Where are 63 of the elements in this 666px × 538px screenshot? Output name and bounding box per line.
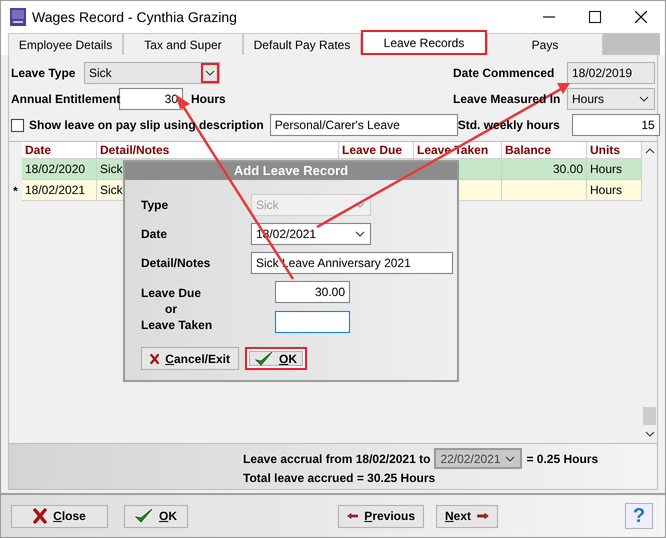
tab[interactable]: Default Pay Rates xyxy=(243,33,361,55)
date-dropdown[interactable]: 22/02/2021 xyxy=(434,448,522,469)
button[interactable]: Next xyxy=(436,504,498,528)
chevron-down-icon xyxy=(355,202,365,208)
table-cell: Hours xyxy=(587,180,642,201)
scroll-thumb[interactable] xyxy=(643,407,656,425)
table-cell: 30.00 xyxy=(502,159,587,180)
arrow-left-icon xyxy=(347,510,358,522)
row-marker: * xyxy=(12,182,19,200)
chevron-up-icon[interactable] xyxy=(644,148,654,154)
checkbox[interactable] xyxy=(11,118,24,132)
leave-taken-field[interactable] xyxy=(275,311,350,333)
field-label: Leave Taken xyxy=(141,318,214,332)
field-label: Date Commenced xyxy=(453,66,556,80)
description-field[interactable]: Personal/Carer's Leave xyxy=(270,114,458,136)
accrual-text: Leave accrual from 18/02/2021 to xyxy=(243,452,430,466)
chevron-down-icon xyxy=(505,456,516,462)
checkbox-label: Show leave on pay slip using description xyxy=(29,118,264,132)
chevron-down-icon xyxy=(639,96,649,102)
table-cell: 18/02/2021 xyxy=(22,180,97,201)
hours-field[interactable]: 15 xyxy=(572,114,660,136)
tab[interactable]: Pays xyxy=(487,33,603,55)
maximize-icon[interactable] xyxy=(589,10,601,22)
column-header[interactable]: Date xyxy=(22,142,97,159)
help-button[interactable]: ? xyxy=(625,503,653,529)
or-label: or xyxy=(164,302,178,316)
dialog-title: Add Leave Record xyxy=(125,162,457,180)
chevron-down-icon xyxy=(205,70,215,76)
leave-type-dropdown[interactable]: Sick xyxy=(84,62,220,84)
button[interactable]: Close xyxy=(11,504,108,528)
field-label: Annual Entitlement xyxy=(11,92,119,106)
table-cell: Hours xyxy=(587,159,642,180)
field-label: Leave Type xyxy=(11,66,76,80)
column-header[interactable]: Detail/Notes xyxy=(97,142,339,159)
date-field[interactable]: 18/02/2019 xyxy=(567,62,655,84)
field-label: Date xyxy=(141,226,168,240)
unit-dropdown[interactable]: Hours xyxy=(567,88,655,110)
accrual-total: Total leave accrued = 30.25 Hours xyxy=(243,471,436,485)
button[interactable]: Previous xyxy=(338,504,424,528)
table-cell: 18/02/2020 xyxy=(22,159,97,180)
column-header[interactable]: Balance xyxy=(502,142,587,159)
close-icon[interactable] xyxy=(635,10,647,22)
field-label: Leave Due xyxy=(141,286,202,300)
field-label: Detail/Notes xyxy=(141,256,212,270)
column-header[interactable]: Units xyxy=(587,142,642,159)
checkmark-icon xyxy=(134,508,153,524)
button[interactable]: Cancel/Exit xyxy=(141,347,239,370)
cross-icon xyxy=(33,508,48,524)
tab[interactable]: Leave Records xyxy=(361,30,487,55)
column-header[interactable]: Leave Due xyxy=(339,142,414,159)
leave-due-field[interactable]: 30.00 xyxy=(275,281,350,303)
tab[interactable]: Tax and Super xyxy=(123,33,243,55)
tab[interactable]: Employee Details xyxy=(8,33,123,55)
app-logo-icon xyxy=(10,8,26,26)
chevron-down-icon xyxy=(355,230,365,236)
button[interactable]: OK xyxy=(124,504,188,528)
arrow-right-icon xyxy=(477,510,489,522)
unit-label: Hours xyxy=(191,92,226,106)
chevron-down-icon[interactable] xyxy=(644,431,654,437)
accrual-result: = 0.25 Hours xyxy=(526,452,598,466)
checkmark-icon xyxy=(255,350,273,366)
button[interactable]: OK xyxy=(245,347,307,370)
window-title: Wages Record - Cynthia Grazing xyxy=(32,8,237,24)
